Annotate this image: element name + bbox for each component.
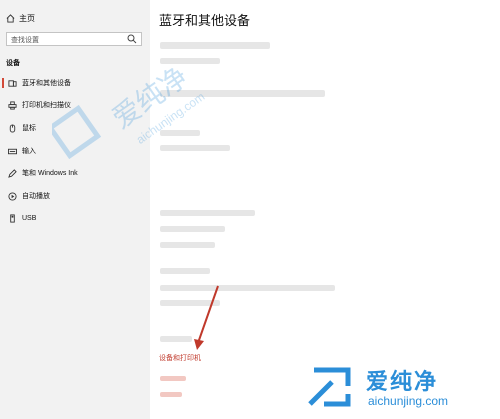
- sidebar-item-label: 输入: [22, 148, 36, 155]
- blurred-link[interactable]: [160, 376, 186, 381]
- mouse-icon: [7, 123, 17, 133]
- blurred-text: [160, 226, 225, 232]
- search-icon: [127, 34, 137, 44]
- watermark-logo-icon: [308, 367, 351, 407]
- blurred-text: [160, 242, 215, 248]
- devices-printers-link[interactable]: 设备和打印机: [159, 353, 201, 363]
- search-input[interactable]: 查找设置: [6, 32, 142, 46]
- page-title: 蓝牙和其他设备: [159, 13, 251, 28]
- section-title: 设备: [6, 60, 20, 67]
- blurred-link[interactable]: [160, 392, 182, 397]
- keyboard-icon: [7, 146, 17, 156]
- selected-indicator: [2, 78, 4, 88]
- blurred-text: [160, 210, 255, 216]
- blurred-text: [160, 42, 270, 49]
- watermark-logo: 爱纯净 aichunjing.com: [52, 61, 207, 160]
- bluetooth-devices-icon: [7, 78, 17, 88]
- sidebar-item-label: USB: [22, 214, 37, 222]
- pen-icon: [7, 168, 17, 178]
- usb-icon: [7, 213, 17, 223]
- blurred-text: [160, 285, 335, 291]
- watermark-url: aichunjing.com: [368, 394, 449, 408]
- home-label: 主页: [19, 14, 35, 23]
- watermark-badge: 爱纯净 aichunjing.com: [298, 360, 490, 415]
- watermark-brand: 爱纯净: [366, 369, 439, 394]
- pointer-arrow: [194, 285, 219, 350]
- sidebar-item-label: 自动播放: [22, 193, 50, 200]
- sidebar-item-autoplay[interactable]: 自动播放: [0, 188, 150, 204]
- blurred-text: [160, 268, 210, 274]
- sidebar-item-label: 鼠标: [22, 125, 36, 132]
- sidebar-item-usb[interactable]: USB: [0, 210, 150, 226]
- home-icon: [6, 14, 15, 23]
- home-nav[interactable]: 主页: [6, 13, 35, 24]
- printer-icon: [7, 100, 17, 110]
- autoplay-icon: [7, 191, 17, 201]
- search-placeholder: 查找设置: [11, 37, 39, 44]
